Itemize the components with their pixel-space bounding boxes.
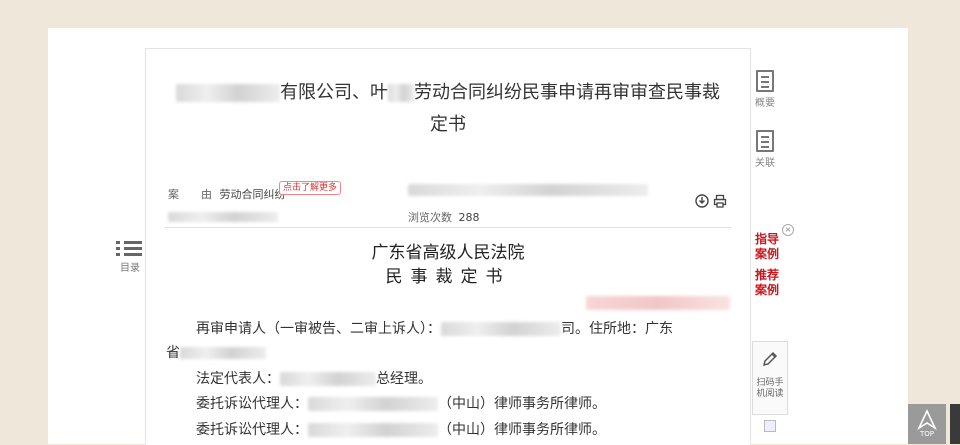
back-to-top-button[interactable]: TOP — [908, 404, 946, 444]
recommend-case-link[interactable]: 推荐案例 — [754, 268, 780, 298]
scan-qr-panel[interactable]: 扫码手机阅读 — [752, 341, 788, 415]
paragraph-applicant-cont: 省 — [166, 341, 266, 365]
toc-label: 目录 — [120, 263, 140, 274]
document-title: 有限公司、叶 劳动合同纠纷民事申请再审审查民事裁 定书 — [146, 77, 750, 141]
pencil-icon — [762, 351, 778, 367]
guide-case-link[interactable]: 指导案例 — [754, 232, 780, 262]
arrow-up-icon — [917, 409, 937, 431]
case-links: 指导案例 推荐案例 — [754, 232, 784, 298]
court-heading: 广东省高级人民法院 民事裁定书 — [146, 241, 750, 289]
top-label: TOP — [919, 430, 934, 438]
download-icon[interactable] — [695, 194, 709, 208]
cause-of-action: 案 由 劳动合同纠纷 — [168, 186, 286, 202]
court-name: 广东省高级人民法院 — [371, 243, 525, 263]
scan-label: 扫码手机阅读 — [756, 378, 784, 399]
document-type: 民事裁定书 — [385, 267, 511, 287]
qr-image-icon — [764, 420, 776, 432]
toc-button[interactable]: 目录 — [116, 238, 144, 274]
print-icon[interactable] — [713, 194, 727, 208]
paragraph-agent-2: 委托诉讼代理人： （中山）律师事务所律师。 — [196, 422, 606, 438]
related-label: 关联 — [755, 158, 775, 169]
related-icon — [756, 130, 774, 152]
views-label: 浏览次数 — [408, 211, 452, 224]
summary-button[interactable]: 概要 — [752, 70, 778, 109]
redacted-meta-top — [408, 183, 648, 196]
related-button[interactable]: 关联 — [752, 130, 778, 169]
header-divider — [164, 227, 732, 228]
summary-icon — [756, 70, 774, 92]
paragraph-applicant: 再审申请人（一审被告、二审上诉人）： 司。住所地：广东 — [196, 321, 673, 337]
summary-label: 概要 — [755, 98, 775, 109]
views-value: 288 — [458, 211, 480, 224]
redacted-meta-left — [168, 210, 278, 223]
cause-label: 案 由 — [168, 188, 212, 201]
learn-more-badge[interactable]: 点击了解更多 — [279, 181, 342, 195]
paragraph-agent-1: 委托诉讼代理人： （中山）律师事务所律师。 — [196, 396, 606, 412]
redacted-case-number — [586, 291, 730, 315]
cause-value: 劳动合同纠纷 — [219, 188, 286, 201]
paragraph-legal-rep: 法定代表人： 总经理。 — [196, 371, 432, 387]
views-count: 浏览次数 288 — [408, 209, 480, 225]
document-panel: 有限公司、叶 劳动合同纠纷民事申请再审审查民事裁 定书 案 由 劳动合同纠纷 点击… — [145, 48, 751, 445]
scrollbar[interactable] — [950, 404, 960, 444]
